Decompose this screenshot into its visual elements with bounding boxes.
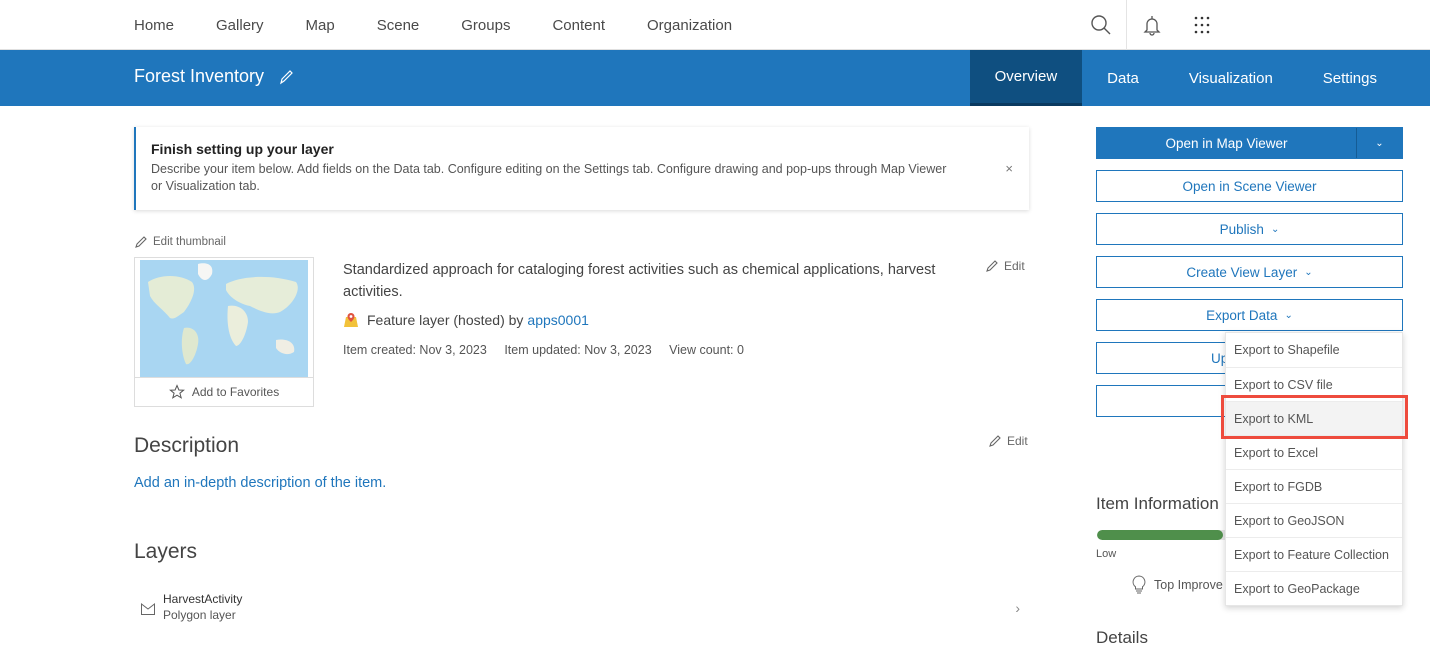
publish-label: Publish: [1219, 221, 1264, 237]
edit-description-link[interactable]: Edit: [988, 434, 1028, 448]
open-map-viewer-label: Open in Map Viewer: [1165, 135, 1288, 151]
nav-gallery[interactable]: Gallery: [216, 17, 264, 34]
layer-row[interactable]: HarvestActivity Polygon layer ›: [140, 590, 1020, 628]
tab-visualization[interactable]: Visualization: [1164, 50, 1298, 106]
nav-home[interactable]: Home: [134, 17, 174, 34]
export-data-button[interactable]: Export Data ⌄: [1096, 299, 1403, 331]
polygon-layer-icon: [141, 602, 155, 615]
tab-data[interactable]: Data: [1082, 50, 1164, 106]
edit-thumbnail-label: Edit thumbnail: [153, 236, 226, 248]
publish-button[interactable]: Publish ⌄: [1096, 213, 1403, 245]
edit-summary-link[interactable]: Edit: [985, 259, 1025, 273]
item-type-text: Feature layer (hosted) by: [367, 312, 524, 328]
export-data-label: Export Data: [1206, 307, 1278, 323]
tab-settings[interactable]: Settings: [1298, 50, 1402, 106]
edit-label: Edit: [1007, 434, 1028, 448]
open-in-map-viewer-button[interactable]: Open in Map Viewer ⌄: [1096, 127, 1403, 159]
item-updated: Item updated: Nov 3, 2023: [504, 343, 652, 357]
menu-item-export-shapefile[interactable]: Export to Shapefile: [1226, 333, 1402, 367]
feature-layer-icon: [344, 313, 358, 327]
layer-name: HarvestActivity: [163, 592, 243, 606]
top-navigation: Home Gallery Map Scene Groups Content Or…: [0, 0, 1430, 50]
chevron-down-icon: ⌄: [1270, 223, 1280, 235]
thumbnail-world-map[interactable]: [140, 260, 308, 378]
menu-item-export-fgdb[interactable]: Export to FGDB: [1226, 469, 1402, 503]
menu-item-export-feature-collection[interactable]: Export to Feature Collection: [1226, 537, 1402, 571]
close-icon[interactable]: ×: [1005, 161, 1013, 176]
item-type-line: Feature layer (hosted) by apps0001: [343, 312, 589, 328]
open-in-scene-viewer-button[interactable]: Open in Scene Viewer: [1096, 170, 1403, 202]
create-view-layer-button[interactable]: Create View Layer ⌄: [1096, 256, 1403, 288]
menu-item-export-geopackage[interactable]: Export to GeoPackage: [1226, 571, 1402, 605]
menu-item-export-csv[interactable]: Export to CSV file: [1226, 367, 1402, 401]
info-level-label: Low: [1096, 548, 1117, 560]
tab-overview[interactable]: Overview: [969, 50, 1083, 106]
item-information-heading: Item Information: [1096, 494, 1219, 513]
owner-link[interactable]: apps0001: [527, 312, 589, 328]
item-summary: Standardized approach for cataloging for…: [343, 262, 936, 300]
item-created: Item created: Nov 3, 2023: [343, 343, 487, 357]
edit-thumbnail-link[interactable]: Edit thumbnail: [134, 235, 226, 249]
edit-title-pencil-icon[interactable]: [278, 68, 294, 86]
setup-notice: Finish setting up your layer Describe yo…: [134, 127, 1029, 210]
chevron-down-icon: ⌄: [1304, 266, 1313, 278]
add-to-favorites-button[interactable]: Add to Favorites: [135, 377, 313, 406]
pencil-icon: [989, 435, 1001, 447]
item-meta: Item created: Nov 3, 2023 Item updated: …: [343, 343, 758, 357]
lightbulb-icon: [1132, 575, 1146, 594]
search-icon[interactable]: [1088, 12, 1114, 38]
nav-groups[interactable]: Groups: [461, 17, 510, 34]
view-count: View count: 0: [669, 343, 744, 357]
notice-body: Describe your item below. Add fields on …: [151, 162, 947, 193]
create-view-layer-label: Create View Layer: [1186, 264, 1298, 280]
thumbnail-card: Add to Favorites: [134, 257, 314, 407]
layers-heading: Layers: [134, 540, 198, 563]
edit-label: Edit: [1004, 259, 1025, 273]
chevron-right-icon[interactable]: ›: [1015, 600, 1020, 616]
nav-content[interactable]: Content: [552, 17, 605, 34]
menu-item-export-excel[interactable]: Export to Excel: [1226, 435, 1402, 469]
item-header: Forest Inventory Overview Data Visualiza…: [0, 50, 1430, 106]
item-tabs: Overview Data Visualization Settings: [969, 50, 1402, 106]
details-heading: Details: [1096, 628, 1148, 647]
layer-type: Polygon layer: [163, 608, 236, 622]
chevron-down-icon: ⌄: [1284, 309, 1293, 321]
bell-icon[interactable]: [1139, 12, 1165, 38]
add-description-link[interactable]: Add an in-depth description of the item.: [134, 475, 386, 491]
pencil-icon: [135, 236, 147, 248]
map-viewer-options-chevron-down-icon[interactable]: ⌄: [1356, 128, 1402, 158]
top-improvements-label: Top Improve: [1154, 578, 1223, 592]
menu-item-export-kml[interactable]: Export to KML: [1226, 401, 1402, 435]
nav-scene[interactable]: Scene: [377, 17, 420, 34]
app-launcher-icon[interactable]: [1189, 12, 1215, 38]
add-to-favorites-label: Add to Favorites: [191, 385, 280, 399]
nav-organization[interactable]: Organization: [647, 17, 732, 34]
export-data-menu: Export to Shapefile Export to CSV file E…: [1225, 332, 1403, 606]
page-title: Forest Inventory: [134, 66, 265, 86]
open-scene-viewer-label: Open in Scene Viewer: [1182, 178, 1317, 194]
description-heading: Description: [134, 434, 240, 457]
notice-title: Finish setting up your layer: [151, 141, 334, 157]
top-improvements-link[interactable]: Top Improve: [1132, 575, 1223, 595]
star-icon: [168, 384, 185, 399]
nav-map[interactable]: Map: [306, 17, 335, 34]
nav-divider: [1126, 0, 1127, 50]
pencil-icon: [986, 260, 998, 272]
progress-fill: [1097, 530, 1223, 540]
menu-item-export-geojson[interactable]: Export to GeoJSON: [1226, 503, 1402, 537]
